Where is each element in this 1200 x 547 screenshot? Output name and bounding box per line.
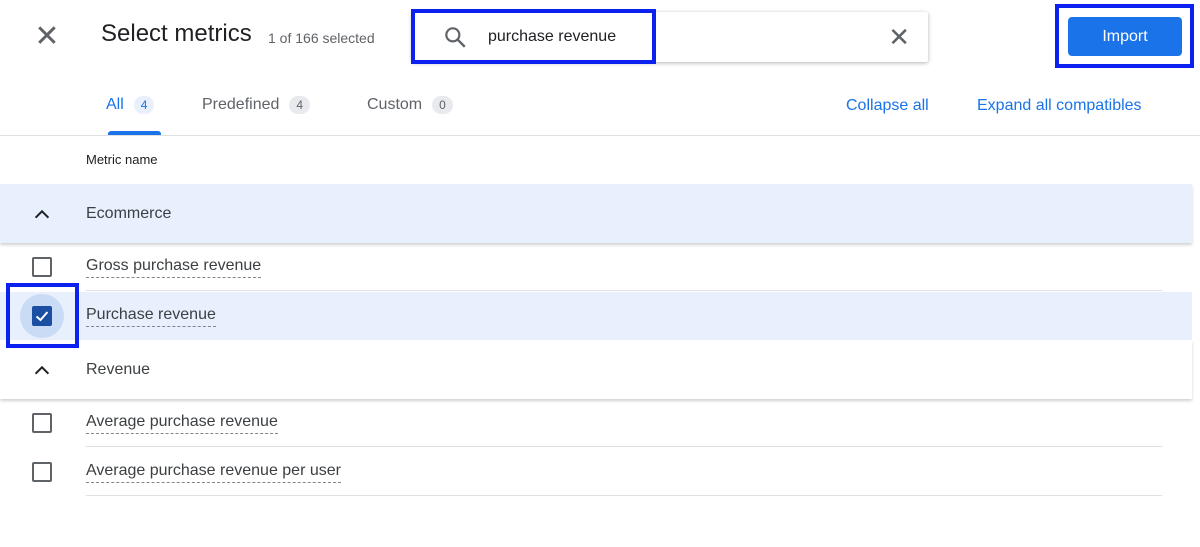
- metric-row[interactable]: Gross purchase revenue: [0, 243, 1192, 291]
- tab-count: 4: [289, 96, 311, 114]
- tab-custom[interactable]: Custom 0: [367, 96, 453, 114]
- tab-all[interactable]: All 4: [106, 96, 155, 114]
- checkbox[interactable]: [32, 462, 52, 482]
- metric-row[interactable]: Average purchase revenue per user: [0, 448, 1192, 496]
- group-row-ecommerce[interactable]: Ecommerce: [0, 184, 1192, 243]
- tab-predefined[interactable]: Predefined 4: [202, 96, 311, 114]
- checkbox[interactable]: [32, 257, 52, 277]
- clear-search-icon[interactable]: ✕: [888, 22, 910, 53]
- group-label: Revenue: [86, 360, 151, 378]
- checkbox[interactable]: [32, 413, 52, 433]
- chevron-up-icon[interactable]: [31, 203, 53, 225]
- expand-all-link[interactable]: Expand all compatibles: [977, 97, 1142, 115]
- group-row-revenue[interactable]: Revenue: [0, 340, 1192, 399]
- tab-label: Custom: [367, 96, 423, 113]
- close-icon[interactable]: ✕: [33, 22, 61, 52]
- selection-count: 1 of 166 selected: [268, 30, 375, 46]
- metric-label: Average purchase revenue: [86, 413, 278, 434]
- group-label: Ecommerce: [86, 204, 172, 222]
- tab-label: All: [106, 96, 124, 113]
- metric-label: Purchase revenue: [86, 306, 216, 327]
- metric-label: Gross purchase revenue: [86, 257, 262, 278]
- highlight-checkbox: [6, 283, 79, 348]
- divider: [86, 290, 1162, 291]
- tab-label: Predefined: [202, 96, 280, 113]
- divider: [0, 135, 1200, 136]
- divider: [86, 446, 1162, 447]
- tab-count: 4: [133, 96, 155, 114]
- metric-row-selected[interactable]: Purchase revenue: [0, 292, 1192, 340]
- metric-row[interactable]: Average purchase revenue: [0, 399, 1192, 447]
- divider: [86, 495, 1162, 496]
- highlight-search: [411, 9, 656, 64]
- metric-label: Average purchase revenue per user: [86, 462, 341, 483]
- tab-count: 0: [432, 96, 453, 114]
- page-title: Select metrics: [101, 20, 252, 47]
- column-header: Metric name: [86, 152, 158, 167]
- chevron-up-icon[interactable]: [31, 359, 53, 381]
- collapse-all-link[interactable]: Collapse all: [846, 97, 929, 115]
- highlight-import: [1055, 4, 1194, 68]
